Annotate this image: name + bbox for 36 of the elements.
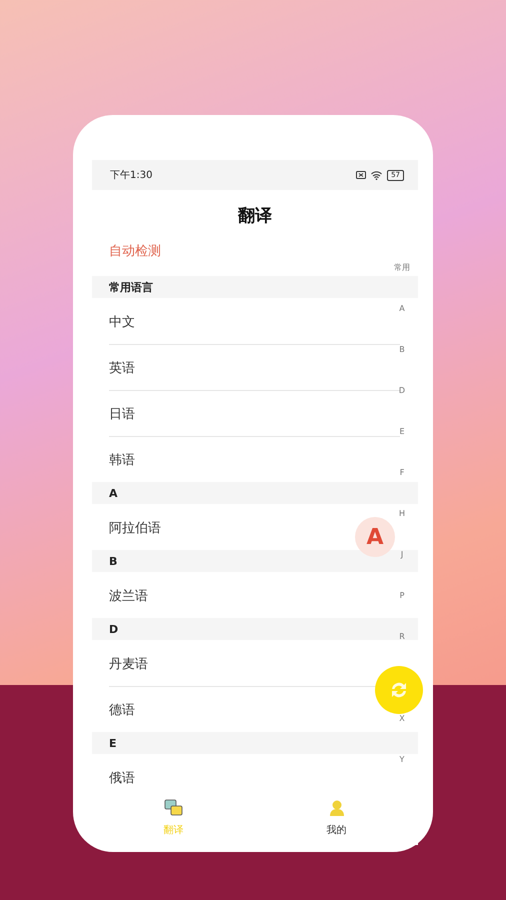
index-letter[interactable]: H bbox=[398, 508, 405, 520]
letter-popup: A bbox=[355, 517, 395, 557]
swap-button[interactable] bbox=[375, 666, 423, 714]
index-letter[interactable]: R bbox=[399, 631, 405, 643]
index-letter[interactable]: F bbox=[400, 467, 404, 479]
section-header: 常用语言 bbox=[109, 280, 153, 294]
language-item[interactable]: 丹麦语 bbox=[109, 654, 148, 672]
section-header: D bbox=[109, 622, 118, 636]
language-item[interactable]: 俄语 bbox=[109, 768, 135, 786]
language-item[interactable]: 英语 bbox=[109, 358, 135, 376]
language-item[interactable]: 德语 bbox=[109, 700, 135, 718]
section-header: B bbox=[109, 554, 118, 568]
tab[interactable]: 我的 bbox=[255, 790, 418, 845]
language-item[interactable]: 日语 bbox=[109, 404, 135, 422]
auto-detect-option[interactable]: 自动检测 bbox=[109, 242, 161, 260]
index-letter[interactable]: X bbox=[399, 713, 405, 725]
section-header: A bbox=[109, 486, 118, 500]
wifi-icon bbox=[371, 170, 382, 180]
sim-icon bbox=[356, 171, 366, 179]
language-item[interactable]: 波兰语 bbox=[109, 586, 148, 604]
index-letter[interactable]: E bbox=[399, 426, 405, 438]
index-letter[interactable]: D bbox=[398, 385, 406, 397]
translate-icon bbox=[164, 798, 184, 816]
index-letter[interactable]: 常用 bbox=[394, 262, 410, 274]
language-item[interactable]: 中文 bbox=[109, 312, 135, 330]
section-header: E bbox=[109, 736, 117, 750]
page-title: 翻译 bbox=[238, 204, 272, 226]
index-letter[interactable]: Y bbox=[400, 754, 404, 766]
index-letter[interactable]: J bbox=[400, 549, 404, 561]
person-icon bbox=[328, 798, 346, 816]
language-item[interactable]: 阿拉伯语 bbox=[109, 518, 161, 536]
index-letter[interactable]: P bbox=[400, 590, 404, 602]
index-letter[interactable]: B bbox=[399, 344, 405, 356]
language-item[interactable]: 韩语 bbox=[109, 450, 135, 468]
index-letter[interactable]: A bbox=[399, 303, 405, 315]
status-time: 下午1:30 bbox=[110, 169, 152, 182]
